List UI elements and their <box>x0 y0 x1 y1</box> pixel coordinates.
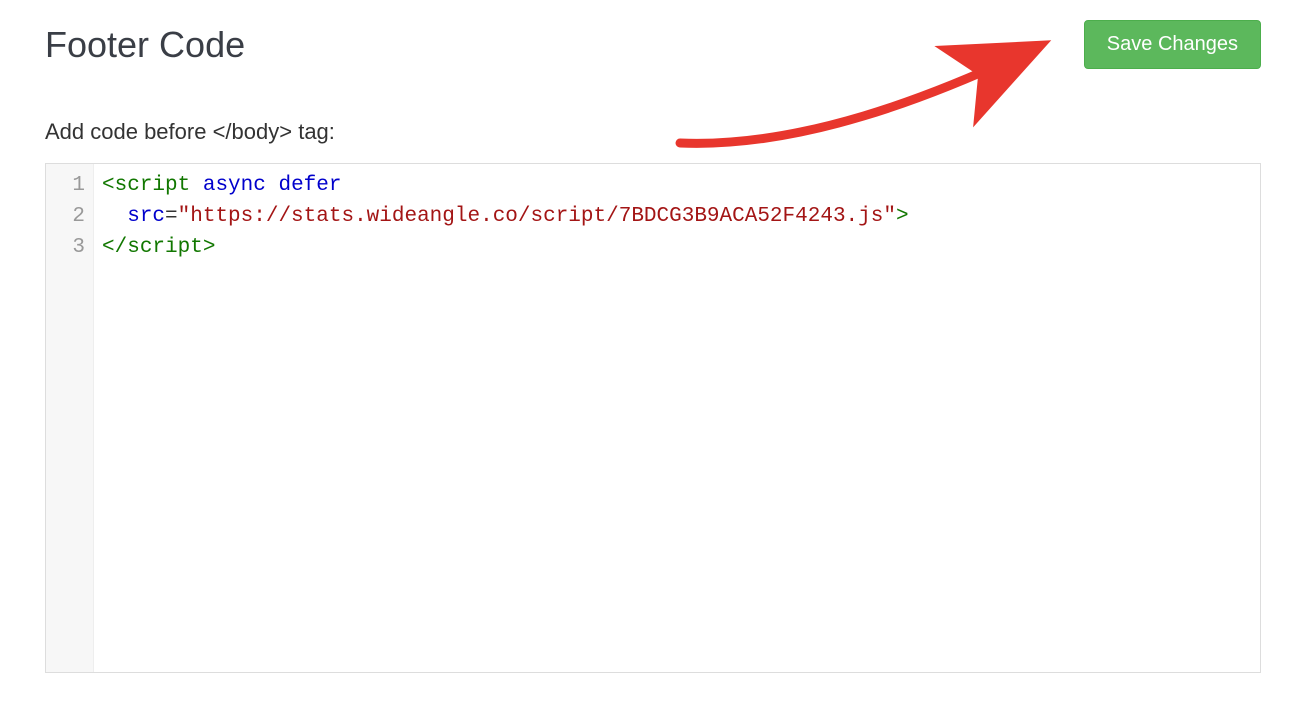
line-number: 2 <box>52 201 85 232</box>
label-prefix: Add code before <box>45 119 213 144</box>
code-line: <script async defer <box>102 170 1252 201</box>
label-body-tag: </body> <box>213 119 293 144</box>
line-number: 3 <box>52 232 85 263</box>
save-changes-button[interactable]: Save Changes <box>1084 20 1261 69</box>
code-line: src="https://stats.wideangle.co/script/7… <box>102 201 1252 232</box>
footer-code-label: Add code before </body> tag: <box>45 119 1261 145</box>
code-editor-gutter: 123 <box>46 164 94 672</box>
code-editor-textarea[interactable]: <script async defer src="https://stats.w… <box>94 164 1260 672</box>
line-number: 1 <box>52 170 85 201</box>
header: Footer Code Save Changes <box>45 20 1261 69</box>
code-line: </script> <box>102 232 1252 263</box>
page-title: Footer Code <box>45 24 245 66</box>
label-suffix: tag: <box>292 119 335 144</box>
code-editor[interactable]: 123 <script async defer src="https://sta… <box>45 163 1261 673</box>
